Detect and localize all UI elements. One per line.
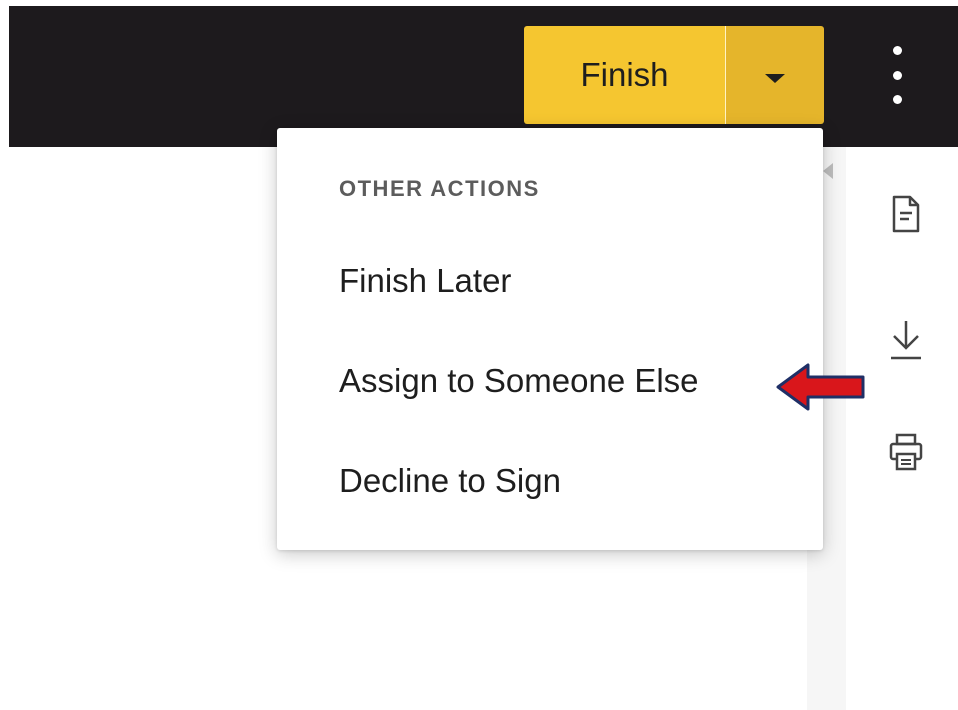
download-icon[interactable] (884, 318, 928, 362)
kebab-dot-icon (892, 95, 902, 104)
finish-button[interactable]: Finish (524, 26, 726, 124)
menu-pointer (823, 163, 833, 179)
menu-item-assign-to-someone-else[interactable]: Assign to Someone Else (339, 362, 699, 400)
menu-header: OTHER ACTIONS (339, 176, 540, 201)
menu-item-decline-to-sign[interactable]: Decline to Sign (339, 462, 561, 500)
other-actions-menu: OTHER ACTIONS Finish Later Assign to Som… (277, 128, 823, 550)
finish-dropdown-toggle[interactable] (726, 26, 824, 124)
more-options-button[interactable] (882, 46, 912, 104)
document-icon[interactable] (884, 192, 928, 236)
print-icon[interactable] (884, 430, 928, 474)
caret-down-icon (765, 73, 785, 83)
kebab-dot-icon (892, 70, 902, 80)
menu-item-finish-later[interactable]: Finish Later (339, 262, 511, 300)
kebab-dot-icon (892, 46, 902, 55)
finish-button-group: Finish (524, 26, 824, 124)
red-arrow-icon (775, 362, 867, 417)
